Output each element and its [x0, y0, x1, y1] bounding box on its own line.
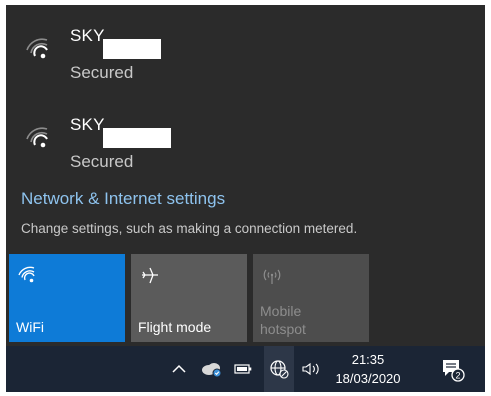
redacted-block — [103, 128, 171, 148]
network-settings-description: Change settings, such as making a connec… — [21, 221, 358, 236]
mobile-hotspot-tile[interactable]: Mobile hotspot — [253, 254, 369, 342]
speaker-icon — [302, 362, 319, 376]
notification-icon: 2 — [443, 360, 465, 382]
taskbar: 21:35 18/03/2020 2 — [6, 346, 485, 392]
network-status: Secured — [70, 63, 134, 82]
notification-count: 2 — [455, 371, 460, 381]
network-flyout: SKY Secured SKY Secured Network & Intern… — [6, 5, 485, 346]
cloud-sync-icon — [202, 363, 222, 378]
flight-mode-tile[interactable]: Flight mode — [131, 254, 247, 342]
wifi-signal-icon — [26, 127, 48, 148]
globe-icon — [270, 360, 289, 379]
battery-tray-button[interactable] — [232, 346, 254, 392]
taskbar-clock[interactable]: 21:35 18/03/2020 — [332, 350, 404, 388]
network-ssid: SKY — [70, 26, 105, 45]
wifi-network-item[interactable]: SKY Secured — [6, 104, 485, 184]
volume-tray-button[interactable] — [299, 346, 323, 392]
wifi-network-item[interactable]: SKY Secured — [6, 15, 485, 95]
redacted-block — [103, 39, 161, 59]
mobile-hotspot-icon — [263, 269, 281, 284]
network-ssid: SKY — [70, 115, 105, 134]
network-status: Secured — [70, 152, 134, 171]
chevron-up-icon — [172, 364, 186, 373]
airplane-icon — [142, 267, 158, 284]
tile-label: WiFi — [16, 319, 44, 335]
network-settings-link[interactable]: Network & Internet settings — [21, 189, 225, 209]
tile-label: Flight mode — [138, 319, 212, 335]
battery-icon — [234, 364, 252, 374]
action-center-button[interactable]: 2 — [437, 346, 467, 392]
wifi-toggle-tile[interactable]: WiFi — [9, 254, 125, 342]
clock-time: 21:35 — [351, 352, 385, 367]
network-tray-button[interactable] — [264, 346, 294, 392]
clock-date: 18/03/2020 — [335, 371, 401, 386]
show-hidden-icons-button[interactable] — [169, 346, 189, 392]
tile-label: Mobile hotspot — [260, 303, 306, 337]
wifi-icon — [18, 266, 35, 283]
wifi-signal-icon — [26, 38, 48, 59]
onedrive-tray-button[interactable] — [198, 346, 226, 392]
